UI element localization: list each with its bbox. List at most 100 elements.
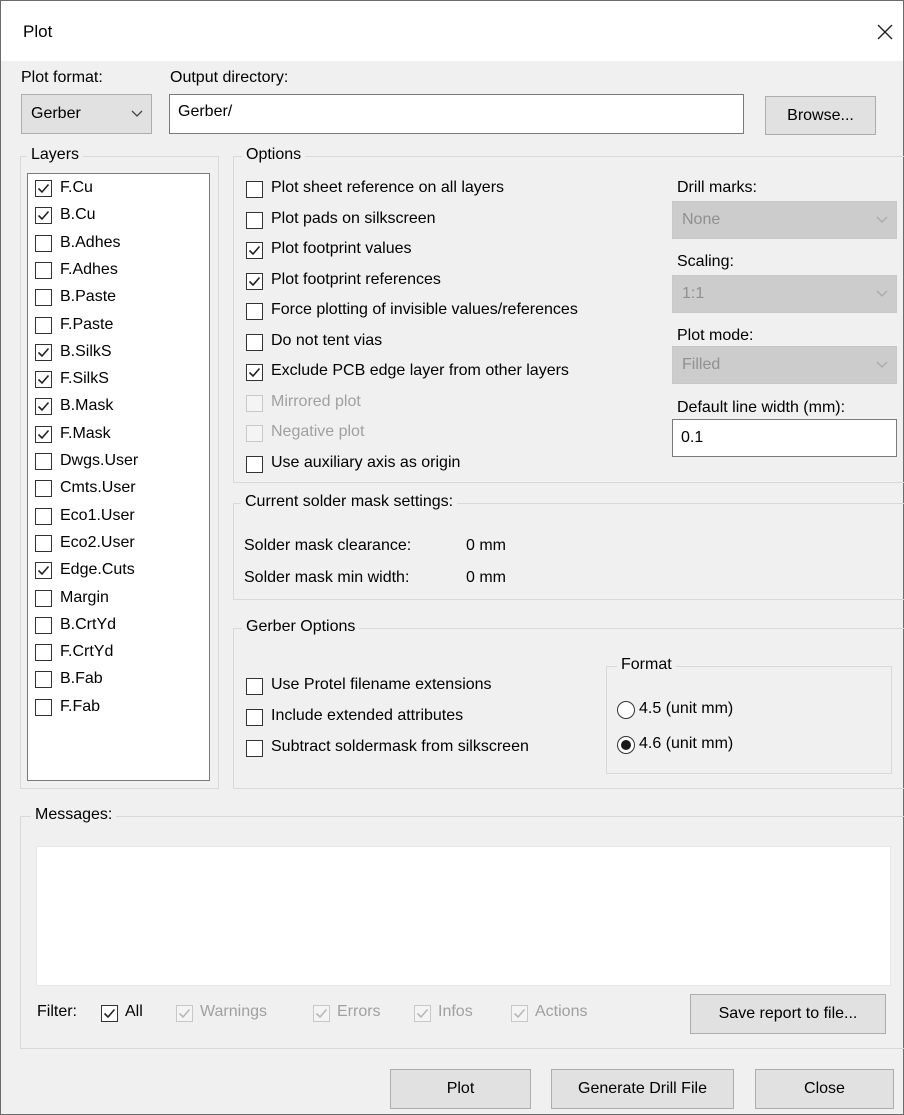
layer-row[interactable]: F.Cu <box>28 176 209 204</box>
gerber-option-label: Subtract soldermask from silkscreen <box>271 738 529 755</box>
option-label: Plot footprint references <box>271 270 441 288</box>
checkbox[interactable] <box>35 180 52 197</box>
option-checkbox[interactable] <box>246 364 263 381</box>
option-checkbox[interactable] <box>246 181 263 198</box>
checkbox[interactable] <box>35 425 52 443</box>
line-width-input[interactable]: 0.1 <box>672 419 897 457</box>
checkmark-icon <box>178 1008 191 1019</box>
options-title: Options <box>242 146 306 164</box>
messages-box[interactable] <box>36 846 891 986</box>
layer-row[interactable]: Margin <box>28 586 209 614</box>
title-bar: Plot <box>1 1 903 61</box>
checkmark-icon <box>248 276 261 286</box>
drill-marks-select[interactable]: None <box>672 201 897 239</box>
output-directory-value: Gerber/ <box>178 103 233 120</box>
checkbox[interactable] <box>35 261 52 279</box>
checkbox[interactable] <box>35 534 52 552</box>
checkbox[interactable] <box>35 480 52 498</box>
output-directory-input[interactable]: Gerber/ <box>169 94 744 134</box>
gerber-option-checkbox[interactable] <box>246 678 263 695</box>
filter-label-1: Warnings <box>200 1003 267 1020</box>
checkbox[interactable] <box>35 562 52 580</box>
checkbox[interactable] <box>35 644 52 662</box>
checkbox[interactable] <box>35 698 52 716</box>
option-label: Force plotting of invisible values/refer… <box>271 301 578 318</box>
window-title: Plot <box>23 22 53 41</box>
layer-row[interactable]: F.Adhes <box>28 258 209 286</box>
layer-row[interactable]: B.Mask <box>28 394 209 422</box>
format-group <box>606 666 892 774</box>
layer-row[interactable]: Edge.Cuts <box>28 558 209 586</box>
checkmark-icon <box>416 1008 429 1019</box>
save-report-button[interactable]: Save report to file... <box>690 994 886 1034</box>
option-label: Negative plot <box>271 423 365 440</box>
plot-format-select[interactable]: Gerber <box>21 94 152 134</box>
checkmark-icon <box>248 367 261 378</box>
layer-label: Cmts.User <box>60 479 136 497</box>
format-radio[interactable] <box>617 736 635 754</box>
layer-label: B.CrtYd <box>60 615 117 633</box>
layer-label: F.Adhes <box>60 260 118 278</box>
option-label: Plot pads on silkscreen <box>271 209 436 227</box>
checkbox[interactable] <box>35 453 52 470</box>
checkmark-icon <box>37 347 50 357</box>
solder-mask-min-width-value: 0 mm <box>466 569 506 586</box>
checkbox[interactable] <box>35 507 52 525</box>
close-window-button[interactable] <box>867 13 903 51</box>
layer-row[interactable]: B.Cu <box>28 203 209 231</box>
checkbox[interactable] <box>35 316 52 334</box>
option-checkbox[interactable] <box>246 242 263 259</box>
layer-label: B.SilkS <box>60 342 112 360</box>
option-label: Use auxiliary axis as origin <box>271 453 461 471</box>
format-radio[interactable] <box>617 701 635 719</box>
gerber-option-checkbox[interactable] <box>246 740 263 757</box>
option-checkbox[interactable] <box>246 272 263 290</box>
layer-row[interactable]: B.SilkS <box>28 340 209 368</box>
plot-dialog: Plot Plot format: Gerber Output director… <box>0 0 904 1115</box>
checkmark-icon <box>37 429 50 439</box>
filter-checkbox[interactable] <box>101 1005 118 1022</box>
layer-row[interactable]: Eco1.User <box>28 504 209 532</box>
layer-label: Dwgs.User <box>60 452 139 469</box>
option-checkbox[interactable] <box>246 303 263 320</box>
layer-row[interactable]: Eco2.User <box>28 531 209 559</box>
layer-label: B.Fab <box>60 670 103 688</box>
layer-row[interactable]: B.Adhes <box>28 231 209 259</box>
layer-row[interactable]: Dwgs.User <box>28 449 209 477</box>
checkbox[interactable] <box>35 589 52 607</box>
solder-mask-clearance-value: 0 mm <box>466 537 506 554</box>
checkbox[interactable] <box>35 398 52 416</box>
gerber-option-checkbox[interactable] <box>246 709 263 726</box>
checkbox[interactable] <box>35 616 52 634</box>
layer-row[interactable]: B.Paste <box>28 285 209 313</box>
generate-drill-file-button[interactable]: Generate Drill File <box>551 1069 734 1109</box>
checkbox[interactable] <box>35 234 52 252</box>
checkbox[interactable] <box>35 371 52 389</box>
browse-button[interactable]: Browse... <box>765 96 876 135</box>
layer-row[interactable]: F.SilkS <box>28 367 209 395</box>
layer-row[interactable]: F.Fab <box>28 695 209 723</box>
filter-label: Filter: <box>37 1003 77 1020</box>
option-checkbox[interactable] <box>246 333 263 351</box>
checkbox[interactable] <box>35 289 52 307</box>
plot-mode-select[interactable]: Filled <box>672 346 897 384</box>
layer-row[interactable]: F.Paste <box>28 313 209 341</box>
layer-row[interactable]: F.CrtYd <box>28 640 209 668</box>
layer-row[interactable]: Cmts.User <box>28 476 209 504</box>
scaling-select[interactable]: 1:1 <box>672 275 897 313</box>
layer-row[interactable]: F.Mask <box>28 422 209 450</box>
filter-checkbox <box>313 1005 330 1022</box>
layer-label: F.SilkS <box>60 370 109 388</box>
solder-mask-title: Current solder mask settings: <box>241 493 458 511</box>
checkbox[interactable] <box>35 207 52 225</box>
checkbox[interactable] <box>35 671 52 689</box>
option-checkbox[interactable] <box>246 211 263 229</box>
checkbox[interactable] <box>35 343 52 361</box>
layer-row[interactable]: B.CrtYd <box>28 613 209 641</box>
option-checkbox[interactable] <box>246 455 263 473</box>
close-button[interactable]: Close <box>755 1069 894 1109</box>
filter-label-2: Errors <box>337 1003 381 1020</box>
layer-row[interactable]: B.Fab <box>28 667 209 695</box>
plot-button[interactable]: Plot <box>390 1069 531 1109</box>
option-checkbox <box>246 425 263 442</box>
